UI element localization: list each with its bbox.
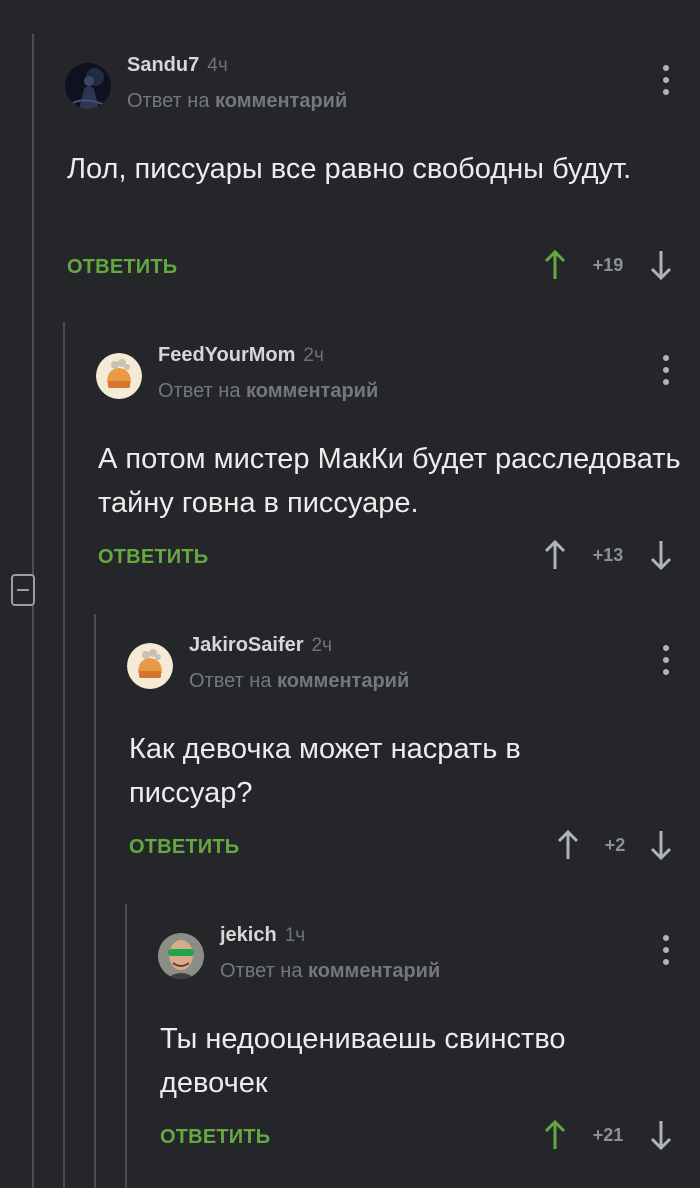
downvote-icon[interactable]	[650, 1119, 672, 1151]
reply-prefix: Ответ на	[220, 960, 303, 982]
comment-time: 1ч	[284, 925, 306, 946]
comment-score: +21	[592, 1125, 624, 1145]
more-options-icon[interactable]	[662, 933, 670, 967]
upvote-icon[interactable]	[544, 1119, 566, 1151]
comment-time: 4ч	[207, 55, 228, 76]
avatar[interactable]	[158, 933, 204, 979]
author-line: JakiroSaifer 2ч	[189, 634, 332, 657]
reply-button[interactable]: ОТВЕТИТЬ	[129, 836, 239, 859]
reply-info: Ответ на комментарий	[127, 90, 347, 113]
thread-line-level-4[interactable]	[125, 904, 127, 1188]
reply-target-link[interactable]: комментарий	[246, 380, 378, 402]
comment-score: +2	[604, 835, 626, 855]
reply-prefix: Ответ на	[127, 90, 210, 112]
avatar[interactable]	[127, 643, 173, 689]
downvote-icon[interactable]	[650, 249, 672, 281]
author-line: Sandu7 4ч	[127, 54, 228, 77]
avatar[interactable]	[96, 353, 142, 399]
comment-text: Ты недооцениваешь свинство девочек	[160, 1023, 566, 1099]
author-name[interactable]: FeedYourMom	[158, 344, 295, 366]
default-avatar-icon	[96, 353, 142, 399]
avatar[interactable]	[65, 63, 111, 109]
comment-score: +13	[592, 545, 624, 565]
reply-info: Ответ на комментарий	[189, 670, 409, 693]
default-avatar-icon	[127, 643, 173, 689]
reply-button[interactable]: ОТВЕТИТЬ	[98, 546, 208, 569]
comment-time: 2ч	[311, 635, 332, 656]
more-options-icon[interactable]	[662, 63, 670, 97]
comment-text: Как девочка может насрать в писсуар?	[129, 733, 521, 809]
more-options-icon[interactable]	[662, 353, 670, 387]
reply-target-link[interactable]: комментарий	[308, 960, 440, 982]
more-options-icon[interactable]	[662, 643, 670, 677]
author-line: jekich 1ч	[220, 924, 305, 947]
upvote-icon[interactable]	[544, 249, 566, 281]
reply-target-link[interactable]: комментарий	[277, 670, 409, 692]
upvote-icon[interactable]	[557, 829, 579, 861]
reply-prefix: Ответ на	[158, 380, 241, 402]
thread-line-level-3[interactable]	[94, 614, 96, 1188]
collapse-thread-button[interactable]	[11, 574, 35, 606]
comment-time: 2ч	[303, 345, 324, 366]
comment-text: Лол, писсуары все равно свободны будут.	[67, 153, 632, 185]
reply-button[interactable]: ОТВЕТИТЬ	[67, 256, 177, 279]
reply-button[interactable]: ОТВЕТИТЬ	[160, 1126, 270, 1149]
author-name[interactable]: JakiroSaifer	[189, 634, 304, 656]
thread-line-level-2[interactable]	[63, 322, 65, 1188]
downvote-icon[interactable]	[650, 829, 672, 861]
author-name[interactable]: Sandu7	[127, 54, 199, 76]
author-line: FeedYourMom 2ч	[158, 344, 324, 367]
comment-text: А потом мистер МакКи будет расследовать …	[98, 443, 681, 519]
upvote-icon[interactable]	[544, 539, 566, 571]
author-name[interactable]: jekich	[220, 924, 277, 946]
dark-figure-icon	[65, 63, 111, 109]
thread-line-level-1[interactable]	[32, 34, 34, 1188]
reply-info: Ответ на комментарий	[158, 380, 378, 403]
man-in-green-glasses-icon	[158, 933, 204, 979]
downvote-icon[interactable]	[650, 539, 672, 571]
reply-info: Ответ на комментарий	[220, 960, 440, 983]
comment-score: +19	[592, 255, 624, 275]
reply-target-link[interactable]: комментарий	[215, 90, 347, 112]
reply-prefix: Ответ на	[189, 670, 272, 692]
